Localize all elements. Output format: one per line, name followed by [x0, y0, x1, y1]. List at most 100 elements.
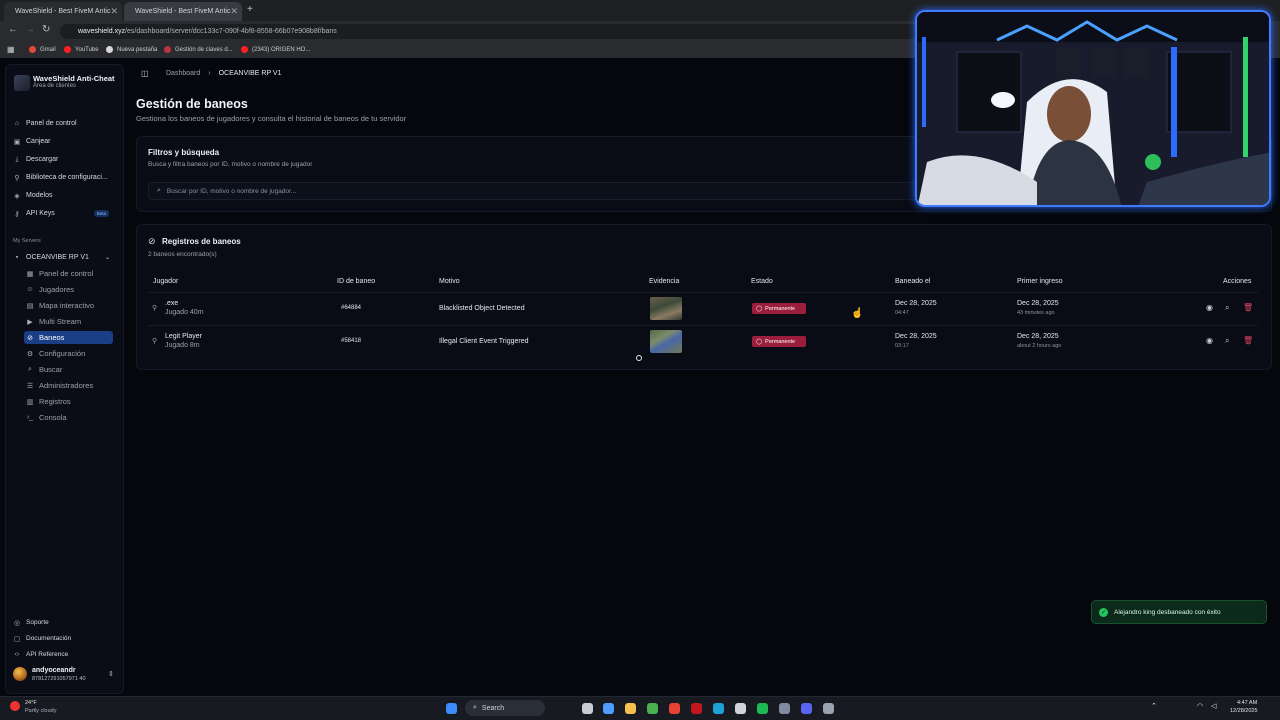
sidebar: WaveShield Anti-Cheat Área de clientes ⌂… [5, 64, 124, 694]
server-item-panel[interactable]: ▦ Panel de control [24, 267, 113, 280]
webcam-overlay [915, 10, 1271, 207]
status-dot-icon: ◯ [756, 338, 763, 345]
evidence-thumbnail[interactable] [650, 297, 682, 320]
server-item-registros[interactable]: ▥ Registros [24, 395, 113, 408]
brand-subtitle: Área de clientes [33, 83, 77, 89]
youtube-icon [241, 46, 248, 53]
search-icon[interactable]: ⌕ [1225, 303, 1229, 313]
view-icon[interactable]: ◉ [1206, 303, 1213, 312]
bookmark-new-tab[interactable]: Nueva pestaña [106, 46, 157, 53]
close-tab-icon[interactable]: ✕ [110, 6, 118, 17]
windows-start-icon[interactable] [446, 703, 457, 714]
bans-title: Registros de baneos [162, 237, 241, 246]
sidebar-item-api-keys[interactable]: ⚷ API Keys Beta [11, 207, 113, 220]
sidebar-item-biblioteca[interactable]: ⚲ Biblioteca de configuraci... [11, 171, 113, 184]
server-item-configuracion[interactable]: ⚙ Configuración [24, 347, 113, 360]
server-item-multistream[interactable]: ▶ Multi Stream [24, 315, 113, 328]
table-row [148, 325, 1258, 357]
forward-icon[interactable]: → [25, 24, 35, 35]
new-tab-button[interactable]: + [247, 4, 253, 15]
breadcrumb-dashboard[interactable]: Dashboard [166, 70, 200, 77]
first-join-date: Dec 28, 2025 [1017, 300, 1059, 307]
app-icon[interactable] [669, 703, 680, 714]
server-item-consola[interactable]: ›_ Consola [24, 411, 113, 424]
delete-icon[interactable]: 🗑︎ [1243, 303, 1253, 312]
taskbar-search[interactable]: ⌕ Search [465, 700, 545, 716]
weather-temp: 24°F [25, 700, 37, 706]
server-item-buscar[interactable]: ⌕ Buscar [24, 363, 113, 376]
app-icon[interactable] [779, 703, 790, 714]
ban-reason: Illegal Client Event Triggered [439, 338, 529, 345]
wifi-icon[interactable]: ◠ [1197, 702, 1203, 710]
view-icon[interactable]: ◉ [1206, 336, 1213, 345]
avatar[interactable] [13, 667, 27, 681]
opera-icon[interactable] [691, 703, 702, 714]
clock-time[interactable]: 4:47 AM [1237, 700, 1257, 706]
sidebar-item-soporte[interactable]: ◎ Soporte [11, 616, 113, 629]
apps-grid-icon[interactable]: ▦ [7, 45, 15, 54]
app-icon[interactable] [823, 703, 834, 714]
banned-time: 04:47 [895, 310, 909, 316]
delete-icon[interactable]: 🗑︎ [1243, 336, 1253, 345]
search-input[interactable]: ⌕ Buscar por ID, motivo o nombre de juga… [148, 182, 918, 200]
sidebar-item-modelos[interactable]: ◈ Modelos [11, 189, 113, 202]
sidebar-item-api-reference[interactable]: ‹› API Reference [11, 648, 113, 661]
bookmark-gmail[interactable]: Gmail [29, 46, 56, 53]
user-menu-chevron-icon[interactable]: ⇕ [108, 670, 114, 678]
bookmark-origen[interactable]: (2343) ORIGEN HO... [241, 46, 310, 53]
redeem-icon: ▣ [13, 138, 21, 146]
app-icon[interactable] [735, 703, 746, 714]
sidebar-item-panel[interactable]: ⌂ Panel de control [11, 117, 113, 130]
beta-badge: Beta [93, 210, 109, 217]
edge-icon[interactable] [713, 703, 724, 714]
chrome-icon[interactable] [647, 703, 658, 714]
brand-title: WaveShield Anti-Cheat [33, 74, 115, 83]
back-icon[interactable]: ← [8, 24, 18, 35]
breadcrumb-separator: › [208, 70, 211, 77]
sidebar-item-descargar[interactable]: ⤓ Descargar [11, 153, 113, 166]
search-icon: ⌕ [28, 365, 32, 373]
check-icon: ✓ [1099, 607, 1108, 617]
clock-date[interactable]: 12/28/2025 [1230, 708, 1258, 714]
weather-icon[interactable] [10, 701, 20, 711]
user-name[interactable]: andyoceandr [32, 667, 76, 674]
breadcrumb: Dashboard › OCEANVIBE RP V1 [166, 70, 282, 77]
home-icon: ⌂ [14, 120, 20, 127]
volume-icon[interactable]: ◁ [1211, 702, 1216, 710]
bans-count: 2 baneos encontrado(s) [148, 251, 217, 258]
file-explorer-icon[interactable] [625, 703, 636, 714]
tray-chevron-icon[interactable]: ⌃ [1151, 702, 1157, 710]
support-icon: ◎ [13, 619, 21, 627]
server-selector[interactable]: ▪ OCEANVIBE RP V1 ⌄ [11, 251, 113, 264]
download-icon: ⤓ [15, 155, 19, 163]
sidebar-item-canjear[interactable]: ▣ Canjear [11, 135, 113, 148]
sidebar-item-documentacion[interactable]: ▢ Documentación [11, 632, 113, 645]
col-header-estado: Estado [751, 278, 773, 285]
evidence-thumbnail[interactable] [650, 330, 682, 353]
server-item-mapa[interactable]: ▤ Mapa interactivo [24, 299, 113, 312]
webcam-feed-image [917, 12, 1269, 205]
played-time: Jugado 8m [165, 342, 200, 349]
copilot-icon[interactable] [603, 703, 614, 714]
discord-icon[interactable] [801, 703, 812, 714]
weather-desc: Partly cloudy [25, 708, 57, 714]
page-icon [164, 46, 171, 53]
banned-time: 03:17 [895, 343, 909, 349]
close-tab-icon[interactable]: ✕ [230, 6, 238, 17]
status-badge: ◯ Permanente [752, 336, 806, 347]
server-item-baneos[interactable]: ⊘ Baneos [24, 331, 113, 344]
browser-tab[interactable]: WaveShield - Best FiveM Antic ✕ [4, 2, 122, 21]
reload-icon[interactable]: ↻ [42, 24, 50, 35]
browser-tab-active[interactable]: WaveShield - Best FiveM Antic ✕ [124, 2, 242, 21]
banned-date: Dec 28, 2025 [895, 300, 937, 307]
search-icon[interactable]: ⌕ [1225, 336, 1229, 346]
task-view-icon[interactable] [582, 703, 593, 714]
server-item-jugadores[interactable]: ☺ Jugadores [24, 283, 113, 296]
spotify-icon[interactable] [757, 703, 768, 714]
bookmark-youtube[interactable]: YouTube [64, 46, 99, 53]
bookmark-key-manager[interactable]: Gestión de claves d... [164, 46, 233, 53]
banned-date: Dec 28, 2025 [895, 333, 937, 340]
url-field[interactable]: waveshield.xyz/es/dashboard/server/dcc13… [60, 24, 920, 39]
sidebar-toggle-icon[interactable]: ◫ [141, 69, 149, 78]
server-item-administradores[interactable]: ☰ Administradores [24, 379, 113, 392]
